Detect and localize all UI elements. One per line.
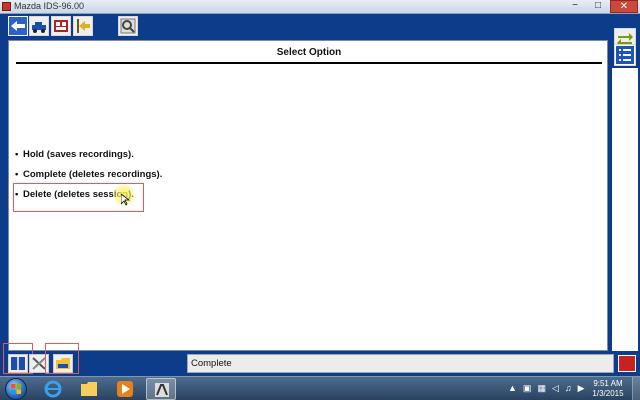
tray-app-icon[interactable]: ▣ [523, 383, 532, 394]
toolbox-button[interactable] [51, 16, 71, 36]
tray-media-icon[interactable]: ♫ [565, 383, 572, 393]
mouse-pointer-icon [121, 194, 131, 206]
page-title: Select Option [276, 47, 342, 58]
search-icon [120, 18, 136, 34]
window-title: Mazda IDS-96.00 [14, 1, 85, 11]
option-hold-label: Hold (saves recordings). [23, 149, 134, 160]
bottom-bar: Complete [0, 343, 640, 376]
status-text: Complete [187, 354, 614, 373]
folder-vehicle-icon [56, 358, 70, 369]
media-player-icon [117, 381, 133, 397]
start-button[interactable] [5, 378, 27, 400]
search-button[interactable] [118, 16, 138, 36]
option-bullet: • [15, 169, 19, 180]
session-folder-button[interactable] [53, 354, 73, 373]
notebook-button[interactable] [8, 354, 28, 373]
folder-icon [81, 382, 97, 396]
taskbar: ▲ ▣ ▦ ◁ ♫ ▶ 9:51 AM 1/3/2015 [0, 376, 640, 400]
minimize-button[interactable]: − [564, 0, 586, 13]
taskbar-ids-app[interactable] [146, 378, 176, 400]
vehicle-button[interactable] [29, 16, 49, 36]
taskbar-explorer[interactable] [74, 378, 104, 400]
list-icon [616, 46, 634, 64]
tray-flag-icon[interactable]: ▶ [578, 383, 585, 394]
tray-volume-icon[interactable]: ◁ [552, 383, 559, 394]
list-button[interactable] [614, 44, 636, 66]
right-side-panel [612, 68, 638, 351]
show-desktop-button[interactable] [632, 377, 640, 400]
ids-app-icon [155, 383, 169, 397]
exit-button[interactable] [73, 16, 93, 36]
title-divider [16, 62, 602, 64]
notebook-icon [11, 357, 25, 370]
tray-expand-icon[interactable]: ▲ [508, 383, 517, 393]
stop-button[interactable] [618, 355, 636, 372]
option-bullet: • [15, 149, 19, 160]
window-titlebar: Mazda IDS-96.00 − □ ✕ [0, 0, 640, 14]
windows-logo-icon [11, 384, 21, 394]
toolbox-icon [54, 20, 68, 32]
clock[interactable]: 9:51 AM 1/3/2015 [586, 379, 630, 399]
top-toolbar [0, 14, 640, 50]
main-panel: Select Option • Hold (saves recordings). … [8, 40, 608, 351]
internet-explorer-icon [44, 380, 62, 398]
maximize-button[interactable]: □ [587, 0, 609, 13]
back-button[interactable] [8, 16, 28, 36]
close-button[interactable]: ✕ [610, 0, 638, 13]
back-icon [11, 21, 25, 31]
taskbar-internet-explorer[interactable] [38, 378, 68, 400]
vehicle-icon [32, 22, 46, 33]
option-hold[interactable]: • Hold (saves recordings). [15, 149, 134, 160]
app-icon [2, 2, 11, 11]
taskbar-media-player[interactable] [110, 378, 140, 400]
clock-date: 1/3/2015 [592, 389, 624, 398]
exit-icon [77, 19, 90, 33]
clock-time: 9:51 AM [593, 379, 623, 388]
system-tray: ▲ ▣ ▦ ◁ ♫ ▶ [508, 383, 591, 394]
tray-network-icon[interactable]: ▦ [537, 383, 546, 394]
option-complete-label: Complete (deletes recordings). [23, 169, 163, 180]
option-complete[interactable]: • Complete (deletes recordings). [15, 169, 162, 180]
option-bullet: • [15, 189, 19, 200]
